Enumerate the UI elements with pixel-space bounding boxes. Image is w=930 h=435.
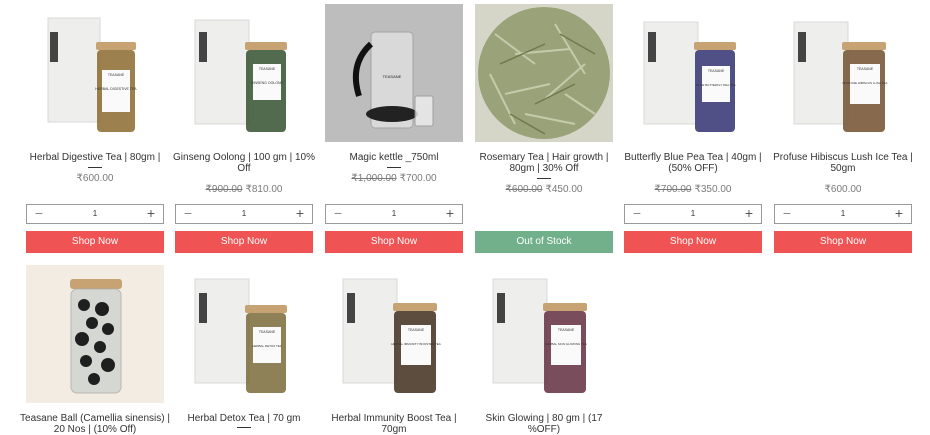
- plus-icon[interactable]: +: [739, 205, 759, 223]
- svg-text:HERBAL DETOX TEA: HERBAL DETOX TEA: [252, 344, 282, 348]
- product-image[interactable]: TEASANE HERBAL DETOX TEA: [175, 265, 313, 403]
- quantity-stepper[interactable]: − 1 +: [325, 204, 463, 224]
- product-price: ₹600.00: [774, 184, 912, 195]
- minus-icon[interactable]: −: [777, 205, 797, 223]
- svg-text:TEASANE: TEASANE: [259, 330, 276, 334]
- product-image[interactable]: TEASANE HERBAL SKIN GLOWING TEA: [475, 265, 613, 403]
- product-image[interactable]: TEASANE BLUE BUTTERFLY PEA TEA: [624, 4, 762, 142]
- tea-jar-image: TEASANE PROFUSE HIBISCUS LUSH TEA: [774, 4, 912, 142]
- price-current: ₹700.00: [399, 173, 437, 184]
- tea-jar-image: TEASANE GINSENG OOLONG: [175, 4, 313, 142]
- quantity-stepper[interactable]: − 1 +: [774, 204, 912, 224]
- product-name[interactable]: Herbal Digestive Tea | 80gm |: [20, 152, 170, 163]
- minus-icon[interactable]: −: [29, 205, 49, 223]
- product-price: ₹600.00 ₹450.00: [475, 184, 613, 195]
- product-image[interactable]: [26, 265, 164, 403]
- quantity-value[interactable]: 1: [805, 205, 881, 223]
- product-price: ₹900.00 ₹810.00: [175, 184, 313, 195]
- divider: [237, 427, 251, 428]
- product-image[interactable]: TEASANE HERBAL DIGESTIVE TEA: [26, 4, 164, 142]
- svg-text:GINSENG OOLONG: GINSENG OOLONG: [251, 81, 284, 85]
- tea-jar-image: TEASANE HERBAL DIGESTIVE TEA: [26, 4, 164, 142]
- divider: [537, 178, 551, 179]
- svg-text:TEASANE: TEASANE: [857, 67, 874, 71]
- svg-text:TEASANE: TEASANE: [708, 69, 725, 73]
- svg-text:TEASANE: TEASANE: [408, 328, 425, 332]
- product-name[interactable]: Teasane Ball (Camellia sinensis) |: [20, 413, 170, 424]
- tea-jar-image: TEASANE BLUE BUTTERFLY PEA TEA: [624, 4, 762, 142]
- minus-icon[interactable]: −: [328, 205, 348, 223]
- price-original: ₹700.00: [654, 184, 692, 195]
- product-name[interactable]: Ginseng Oolong | 100 gm | 10%: [169, 152, 319, 163]
- price-current: ₹450.00: [545, 184, 583, 195]
- shop-now-button[interactable]: Shop Now: [325, 231, 463, 253]
- product-name[interactable]: Skin Glowing | 80 gm | (17: [469, 413, 619, 424]
- shop-now-button[interactable]: Shop Now: [26, 231, 164, 253]
- product-name-line2[interactable]: Off: [169, 163, 319, 174]
- product-name-line2[interactable]: 80gm | 30% Off: [469, 163, 619, 174]
- product-name-line2[interactable]: 50gm: [768, 163, 918, 174]
- tea-jar-image: TEASANE HERBAL IMMUNITY BOOSTER TEA: [325, 265, 463, 403]
- minus-icon[interactable]: −: [627, 205, 647, 223]
- product-name[interactable]: Butterfly Blue Pea Tea | 40gm |: [618, 152, 768, 163]
- product-image[interactable]: [475, 4, 613, 142]
- shop-now-button[interactable]: Shop Now: [175, 231, 313, 253]
- svg-text:TEASANE: TEASANE: [558, 328, 575, 332]
- out-of-stock-button[interactable]: Out of Stock: [475, 231, 613, 253]
- svg-text:PROFUSE HIBISCUS LUSH TEA: PROFUSE HIBISCUS LUSH TEA: [843, 81, 888, 85]
- tea-jar-image: TEASANE HERBAL SKIN GLOWING TEA: [475, 265, 613, 403]
- svg-text:BLUE BUTTERFLY PEA TEA: BLUE BUTTERFLY PEA TEA: [696, 83, 735, 87]
- divider: [387, 167, 401, 168]
- svg-text:HERBAL DIGESTIVE TEA: HERBAL DIGESTIVE TEA: [95, 87, 137, 91]
- kettle-image: TEASANE: [325, 4, 463, 142]
- price-current: ₹350.00: [694, 184, 732, 195]
- plus-icon[interactable]: +: [440, 205, 460, 223]
- price-current: ₹810.00: [245, 184, 283, 195]
- product-name[interactable]: Magic kettle _750ml: [319, 152, 469, 163]
- quantity-value[interactable]: 1: [356, 205, 432, 223]
- plus-icon[interactable]: +: [889, 205, 909, 223]
- quantity-value[interactable]: 1: [206, 205, 282, 223]
- product-image[interactable]: TEASANE GINSENG OOLONG: [175, 4, 313, 142]
- price-original: ₹900.00: [205, 184, 243, 195]
- product-price: ₹600.00: [26, 173, 164, 184]
- price-current: ₹600.00: [76, 173, 114, 184]
- product-price: ₹700.00 ₹350.00: [624, 184, 762, 195]
- svg-text:TEASANE: TEASANE: [108, 73, 125, 77]
- minus-icon[interactable]: −: [178, 205, 198, 223]
- tea-jar-image: TEASANE HERBAL DETOX TEA: [175, 265, 313, 403]
- quantity-stepper[interactable]: − 1 +: [175, 204, 313, 224]
- price-original: ₹1,000.00: [351, 173, 397, 184]
- svg-text:HERBAL SKIN GLOWING TEA: HERBAL SKIN GLOWING TEA: [545, 342, 587, 346]
- product-name-line2[interactable]: (50% OFF): [618, 163, 768, 174]
- divider: [88, 167, 102, 168]
- product-price: ₹1,000.00 ₹700.00: [325, 173, 463, 184]
- quantity-value[interactable]: 1: [57, 205, 133, 223]
- product-name[interactable]: Profuse Hibiscus Lush Ice Tea |: [768, 152, 918, 163]
- svg-text:TEASANE: TEASANE: [259, 67, 276, 71]
- product-image[interactable]: TEASANE HERBAL IMMUNITY BOOSTER TEA: [325, 265, 463, 403]
- rosemary-leaves-image: [475, 4, 613, 142]
- shop-now-button[interactable]: Shop Now: [624, 231, 762, 253]
- quantity-stepper[interactable]: − 1 +: [624, 204, 762, 224]
- svg-text:TEASANE: TEASANE: [383, 74, 402, 79]
- quantity-stepper[interactable]: − 1 +: [26, 204, 164, 224]
- price-original: ₹600.00: [505, 184, 543, 195]
- product-name[interactable]: Herbal Immunity Boost Tea |: [319, 413, 469, 424]
- price-current: ₹600.00: [824, 184, 862, 195]
- plus-icon[interactable]: +: [141, 205, 161, 223]
- product-image[interactable]: TEASANE PROFUSE HIBISCUS LUSH TEA: [774, 4, 912, 142]
- product-name[interactable]: Rosemary Tea | Hair growth |: [469, 152, 619, 163]
- shop-now-button[interactable]: Shop Now: [774, 231, 912, 253]
- svg-text:HERBAL IMMUNITY BOOSTER TEA: HERBAL IMMUNITY BOOSTER TEA: [391, 342, 441, 346]
- plus-icon[interactable]: +: [290, 205, 310, 223]
- quantity-value[interactable]: 1: [655, 205, 731, 223]
- product-name[interactable]: Herbal Detox Tea | 70 gm: [169, 413, 319, 424]
- product-image[interactable]: TEASANE: [325, 4, 463, 142]
- tea-ball-jar-image: [26, 265, 164, 403]
